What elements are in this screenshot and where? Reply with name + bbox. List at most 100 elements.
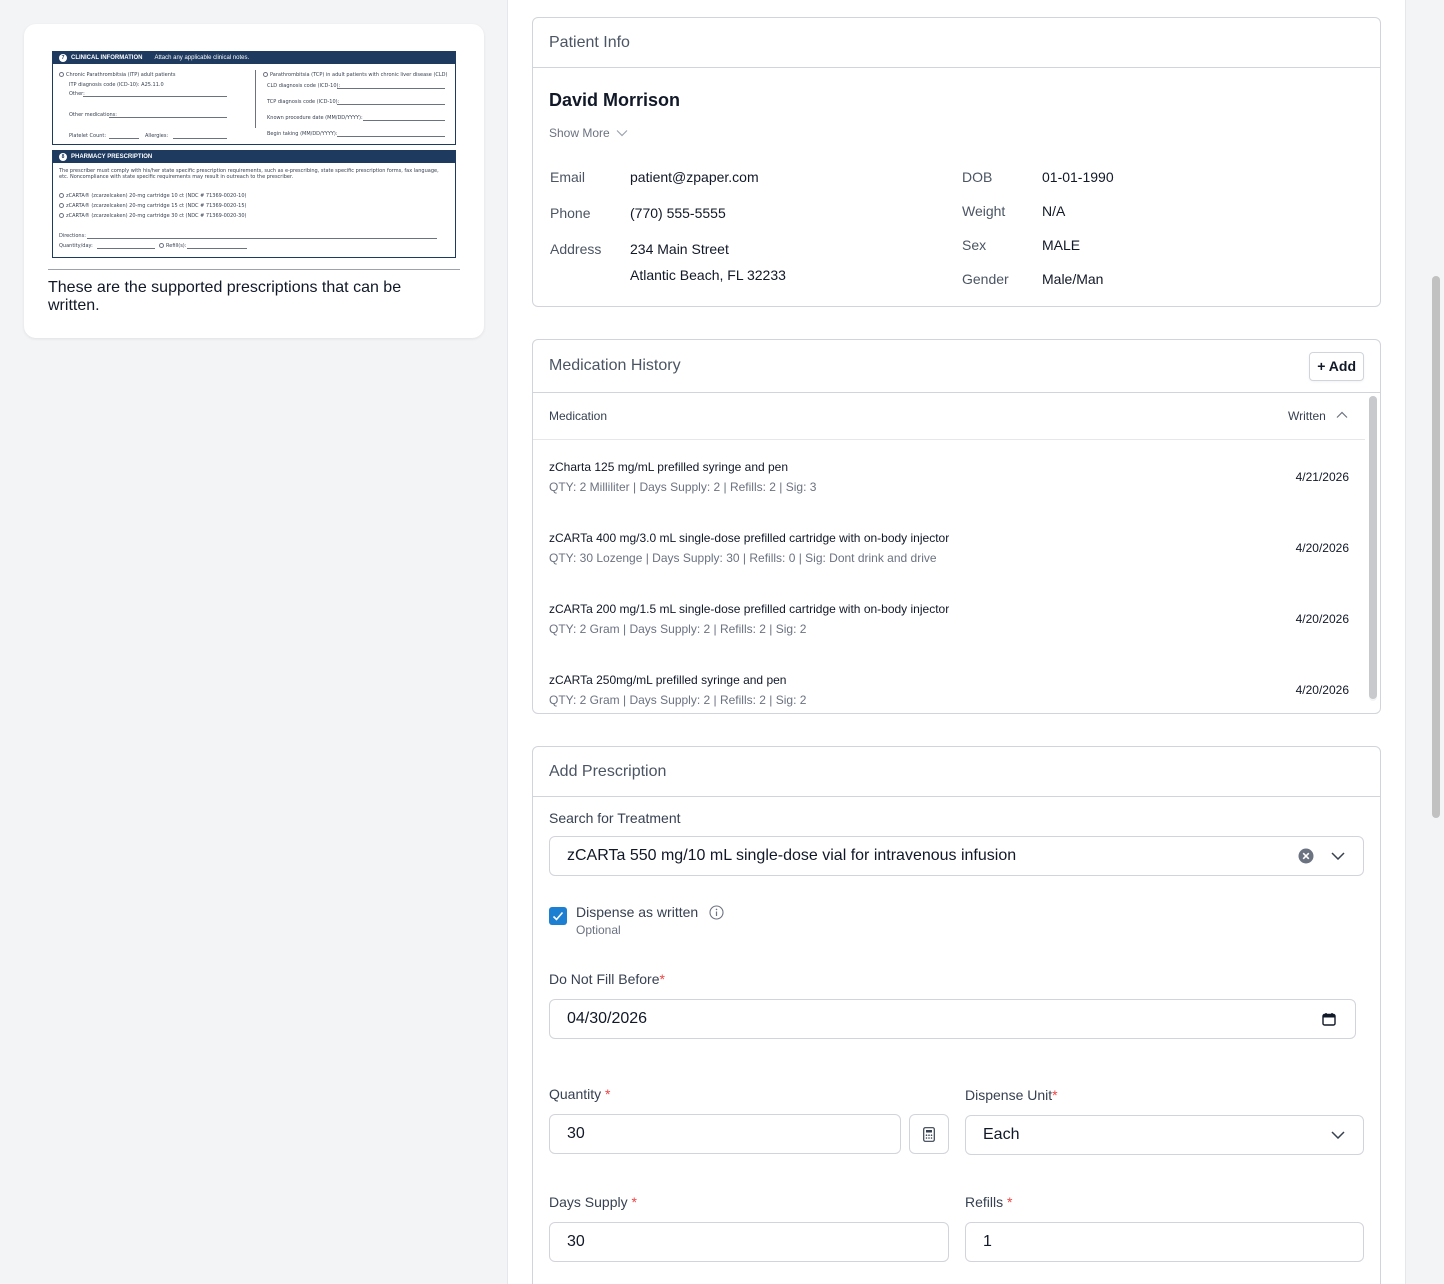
gender-label: Gender [962, 271, 1009, 287]
address-line1: 234 Main Street [630, 241, 729, 257]
treatment-select[interactable]: zCARTa 550 mg/10 mL single-dose vial for… [549, 836, 1364, 876]
weight-value: N/A [1042, 203, 1066, 219]
dob-label: DOB [962, 169, 993, 185]
dispense-unit-label: Dispense Unit* [965, 1087, 1058, 1103]
refills-text: Refills [965, 1194, 1004, 1210]
quantity-value: 30 [567, 1125, 585, 1142]
email-label: Email [550, 169, 586, 185]
required-mark: * [659, 971, 665, 987]
medication-detail: QTY: 2 Milliliter | Days Supply: 2 | Ref… [549, 480, 817, 494]
written-date: 4/20/2026 [1295, 541, 1349, 555]
form-option: zCARTA® (zcarzelcaken) 20-mg cartridge 1… [66, 203, 247, 209]
form-field: Known procedure date (MM/DD/YYYY): [267, 115, 363, 121]
refills-label: Refills * [965, 1194, 1012, 1210]
add-medication-button[interactable]: + Add [1309, 351, 1364, 381]
refills-input[interactable]: 1 [965, 1222, 1364, 1262]
section-number: 8 [59, 153, 67, 161]
medication-name: zCharta 125 mg/mL prefilled syringe and … [549, 460, 789, 474]
form-field: CLD diagnosis code (ICD-10): [267, 83, 341, 89]
medication-detail: QTY: 30 Lozenge | Days Supply: 30 | Refi… [549, 551, 937, 565]
divider [48, 269, 460, 270]
form-field: Begin taking (MM/DD/YYYY): [267, 131, 338, 137]
dispense-unit-value: Each [983, 1126, 1020, 1143]
show-more-label: Show More [549, 126, 610, 140]
check-icon [552, 911, 564, 921]
form-field: Allergies: [145, 133, 169, 139]
scrollbar-thumb[interactable] [1369, 396, 1377, 699]
dispense-as-written-checkbox[interactable] [549, 907, 567, 925]
quantity-text: Quantity [549, 1086, 602, 1102]
required-mark: * [1007, 1194, 1013, 1210]
written-date: 4/20/2026 [1295, 683, 1349, 697]
info-icon[interactable] [709, 905, 724, 920]
chevron-down-icon [616, 130, 628, 137]
section-subtitle: Attach any applicable clinical notes. [154, 55, 250, 61]
form-field: Platelet Count: [69, 133, 107, 139]
form-notice: The prescriber must comply with his/her … [59, 168, 439, 180]
form-field: ITP diagnosis code (ICD-10): A25.11.0 [69, 82, 164, 88]
form-field: Quantity/day: [59, 243, 93, 249]
dob-value: 01-01-1990 [1042, 169, 1114, 185]
form-option: zCARTA® (zcarzelcaken) 20-mg cartridge 1… [66, 193, 247, 199]
form-field: TCP diagnosis code (ICD-10): [267, 99, 340, 105]
quantity-label: Quantity * [549, 1086, 610, 1102]
column-medication[interactable]: Medication [549, 409, 607, 423]
days-supply-label: Days Supply * [549, 1194, 637, 1210]
do-not-fill-before-label: Do Not Fill Before* [549, 971, 665, 987]
written-date: 4/21/2026 [1295, 470, 1349, 484]
form-option: zCARTA® (zcarzelcaken) 20-mg cartridge 3… [66, 213, 247, 219]
section-number: 7 [59, 54, 67, 62]
search-treatment-label: Search for Treatment [549, 810, 681, 826]
table-scrollbar[interactable] [1369, 396, 1377, 701]
form-option: Chronic Parathrombitsia (ITP) adult pati… [66, 72, 176, 78]
clinical-information-section: 7 CLINICAL INFORMATION Attach any applicab… [52, 51, 456, 145]
do-not-fill-before-input[interactable]: 04/30/2026 [549, 999, 1356, 1039]
form-field: Refill(s): [166, 243, 187, 249]
medication-detail: QTY: 2 Gram | Days Supply: 2 | Refills: … [549, 622, 807, 636]
phone-value: (770) 555-5555 [630, 205, 726, 221]
required-mark: * [631, 1194, 637, 1210]
table-row[interactable]: zCharta 125 mg/mL prefilled syringe and … [533, 441, 1365, 512]
do-not-fill-before-text: Do Not Fill Before [549, 971, 660, 987]
clear-icon[interactable] [1298, 848, 1314, 864]
chevron-down-icon[interactable] [1331, 1131, 1345, 1139]
pharmacy-prescription-section: 8 PHARMACY PRESCRIPTION The prescriber mu… [52, 150, 456, 258]
show-more-button[interactable]: Show More [549, 126, 628, 140]
date-value: 04/30/2026 [567, 1010, 648, 1027]
dispense-as-written-label: Dispense as written [576, 904, 699, 920]
required-mark: * [605, 1086, 611, 1102]
dispense-unit-text: Dispense Unit [965, 1087, 1053, 1103]
form-option: Parathrombitsia (TCP) in adult patients … [270, 72, 448, 78]
add-prescription-card: Add Prescription Search for Treatment zC… [532, 746, 1381, 1284]
table-header: Medication Written [533, 392, 1365, 440]
table-row[interactable]: zCARTa 200 mg/1.5 mL single-dose prefill… [533, 583, 1365, 654]
medication-name: zCARTa 400 mg/3.0 mL single-dose prefill… [549, 531, 950, 545]
email-value: patient@zpaper.com [630, 169, 759, 185]
dispense-unit-select[interactable]: Each [965, 1115, 1364, 1155]
card-title: Patient Info [549, 33, 630, 51]
page-scrollbar[interactable] [1432, 276, 1440, 818]
address-label: Address [550, 241, 602, 257]
patient-info-card: Patient Info David Morrison Show More Em… [532, 17, 1381, 307]
refills-value: 1 [983, 1233, 992, 1250]
days-supply-text: Days Supply [549, 1194, 628, 1210]
section-title: CLINICAL INFORMATION [71, 55, 143, 61]
phone-label: Phone [550, 205, 591, 221]
chevron-down-icon[interactable] [1331, 852, 1345, 860]
medication-name: zCARTa 200 mg/1.5 mL single-dose prefill… [549, 602, 950, 616]
weight-label: Weight [962, 203, 1006, 219]
sex-label: Sex [962, 237, 987, 253]
days-supply-value: 30 [567, 1233, 585, 1250]
table-row[interactable]: zCARTa 250mg/mL prefilled syringe and pe… [533, 654, 1365, 713]
calendar-icon[interactable] [1322, 1012, 1336, 1026]
reference-caption: These are the supported prescriptions th… [48, 279, 402, 314]
days-supply-input[interactable]: 30 [549, 1222, 949, 1262]
written-date: 4/20/2026 [1295, 612, 1349, 626]
quantity-input[interactable]: 30 [549, 1114, 901, 1154]
table-row[interactable]: zCARTa 400 mg/3.0 mL single-dose prefill… [533, 512, 1365, 583]
chevron-up-icon[interactable] [1336, 411, 1348, 419]
medication-history-card: Medication History + Add Medication Writ… [532, 339, 1381, 714]
column-written[interactable]: Written [1288, 409, 1326, 423]
calculator-button[interactable] [909, 1114, 949, 1154]
calculator-icon [923, 1126, 935, 1142]
